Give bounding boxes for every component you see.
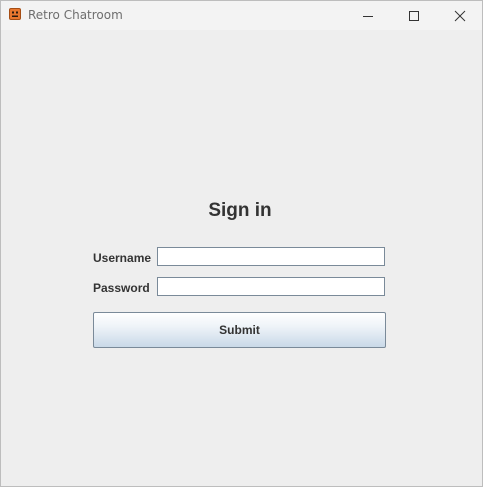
title-bar[interactable]: Retro Chatroom (1, 1, 482, 30)
password-label: Password (93, 281, 150, 295)
window-title: Retro Chatroom (28, 8, 123, 22)
password-input[interactable] (157, 277, 385, 296)
maximize-icon (409, 10, 419, 21)
app-window: Retro Chatroom Sign in Username Password… (0, 0, 483, 487)
submit-button[interactable]: Submit (93, 312, 386, 348)
username-label: Username (93, 251, 152, 265)
maximize-button[interactable] (391, 1, 437, 30)
sign-in-heading: Sign in (208, 200, 272, 221)
close-icon (454, 10, 466, 21)
minimize-icon (363, 15, 373, 17)
username-input[interactable] (157, 247, 385, 266)
app-icon (9, 8, 21, 20)
minimize-button[interactable] (345, 1, 391, 30)
sign-in-panel: Sign in Username Password Submit (1, 30, 482, 486)
close-button[interactable] (437, 1, 483, 30)
